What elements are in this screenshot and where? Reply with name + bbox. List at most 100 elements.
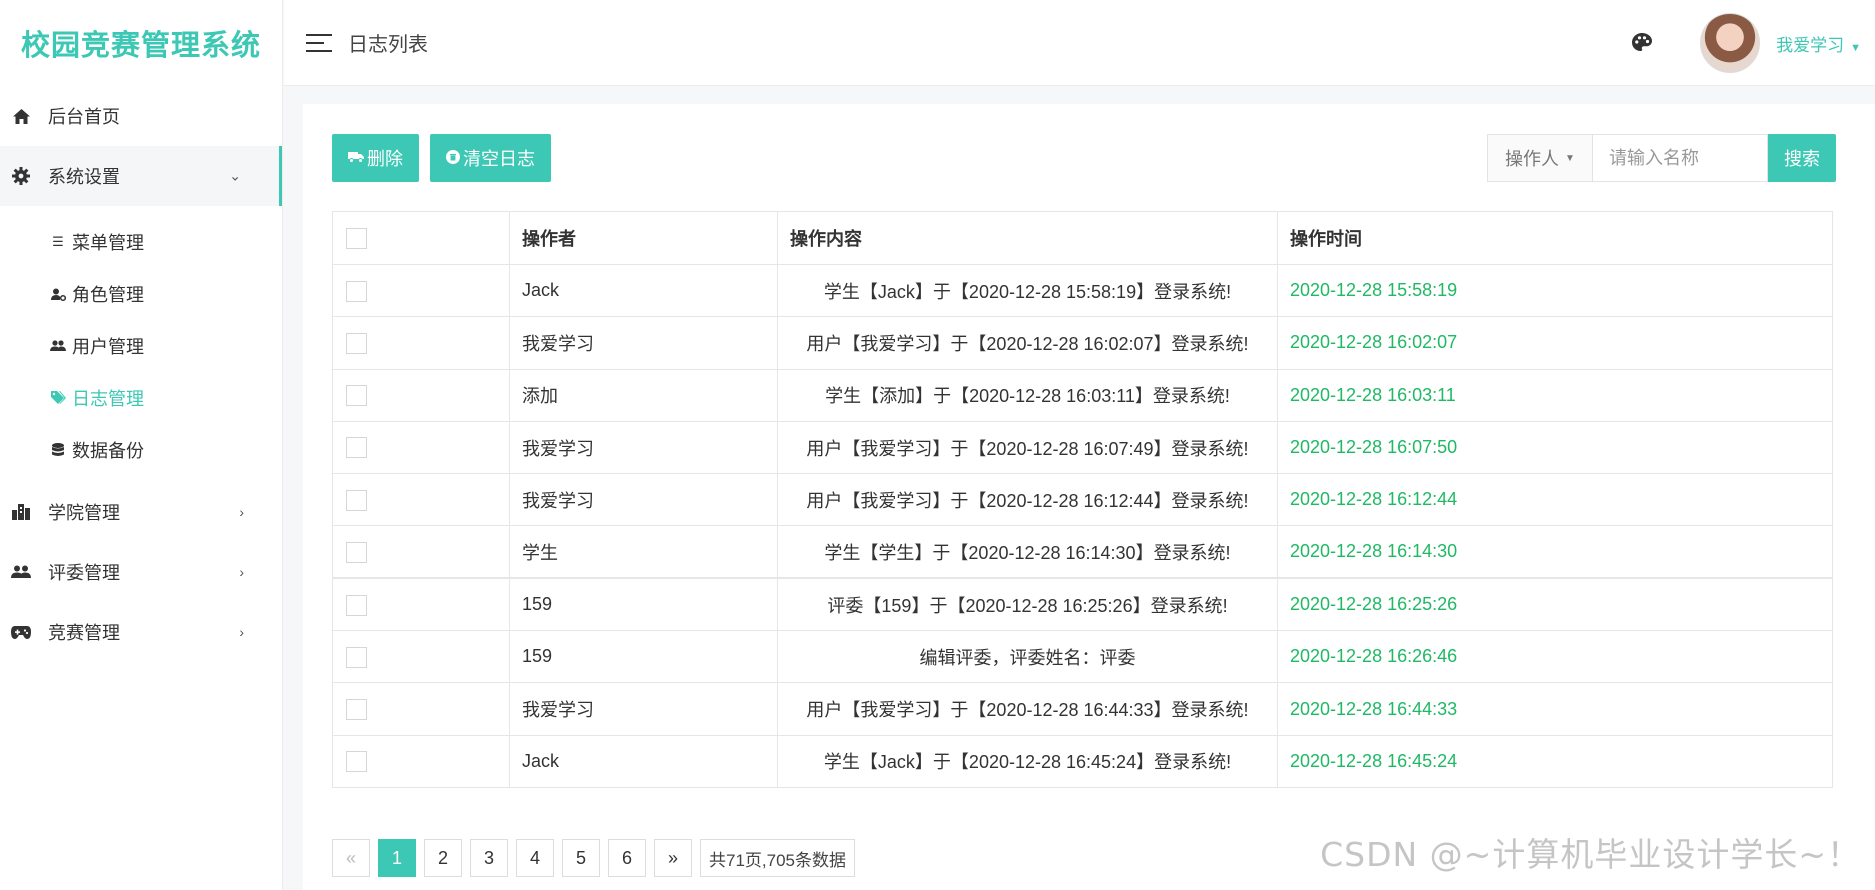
table-row[interactable]: 我爱学习 用户【我爱学习】于【2020-12-28 16:12:44】登录系统!…	[332, 473, 1833, 527]
users-icon	[50, 340, 66, 352]
operator-cell: 我爱学习	[509, 420, 778, 475]
sidebar-subitem-menu[interactable]: ☰ 菜单管理	[0, 216, 282, 268]
table-row[interactable]: Jack 学生【Jack】于【2020-12-28 16:45:24】登录系统!…	[332, 734, 1833, 788]
search-bar: 操作人 ▼ 搜索	[1487, 134, 1836, 182]
table-row[interactable]: 159 编辑评委，评委姓名：评委 2020-12-28 16:26:46	[332, 630, 1833, 684]
table-header-row: 操作者 操作内容 操作时间	[332, 211, 1833, 265]
content-cell: 用户【我爱学习】于【2020-12-28 16:07:49】登录系统!	[777, 420, 1278, 475]
content-cell: 用户【我爱学习】于【2020-12-28 16:02:07】登录系统!	[777, 316, 1278, 370]
delete-button[interactable]: 删除	[332, 134, 419, 182]
user-menu[interactable]: 我爱学习 ▼	[1776, 31, 1861, 56]
table-row[interactable]: 我爱学习 用户【我爱学习】于【2020-12-28 16:02:07】登录系统!…	[332, 316, 1833, 370]
operator-cell: 159	[509, 577, 778, 632]
time-cell: 2020-12-28 15:58:19	[1277, 263, 1833, 318]
sidebar-subitem-label: 用户管理	[72, 337, 144, 357]
row-checkbox[interactable]	[346, 437, 367, 459]
trash-icon	[446, 149, 460, 167]
row-checkbox[interactable]	[346, 280, 367, 302]
page-button-2[interactable]: 2	[424, 839, 462, 877]
submenu-system-settings: ☰ 菜单管理 角色管理 用户管理 日志管理 数据备份	[0, 206, 282, 482]
chevron-right-icon: ›	[239, 564, 244, 580]
time-cell: 2020-12-28 16:25:26	[1277, 577, 1833, 632]
gamepad-icon	[10, 621, 32, 643]
toolbar: 删除 清空日志	[332, 134, 551, 182]
sidebar-subitem-backup[interactable]: 数据备份	[0, 424, 282, 476]
operator-filter-select[interactable]: 操作人 ▼	[1487, 134, 1592, 182]
sidebar-item-label: 后台首页	[48, 107, 120, 127]
sidebar-item-system-settings[interactable]: 系统设置 ⌄	[0, 146, 282, 206]
row-checkbox[interactable]	[346, 385, 367, 407]
table-row[interactable]: 159 评委【159】于【2020-12-28 16:25:26】登录系统! 2…	[332, 577, 1833, 632]
content-cell: 学生【Jack】于【2020-12-28 15:58:19】登录系统!	[777, 263, 1278, 318]
select-all-checkbox[interactable]	[346, 227, 367, 249]
row-checkbox[interactable]	[346, 489, 367, 511]
time-cell: 2020-12-28 16:45:24	[1277, 734, 1833, 788]
sidebar-subitem-roles[interactable]: 角色管理	[0, 268, 282, 320]
username-label: 我爱学习	[1776, 35, 1845, 55]
sidebar-item-judges[interactable]: 评委管理 ›	[0, 542, 282, 602]
row-checkbox-cell	[332, 630, 510, 684]
table-row[interactable]: 我爱学习 用户【我爱学习】于【2020-12-28 16:44:33】登录系统!…	[332, 682, 1833, 736]
page-button-6[interactable]: 6	[608, 839, 646, 877]
palette-icon[interactable]	[1630, 31, 1654, 55]
prev-page-button[interactable]: «	[332, 839, 370, 877]
column-header-time[interactable]: 操作时间	[1277, 211, 1833, 265]
header-right: 我爱学习 ▼	[1630, 0, 1861, 86]
clear-logs-button-label: 清空日志	[463, 149, 535, 169]
table-row[interactable]: 我爱学习 用户【我爱学习】于【2020-12-28 16:07:49】登录系统!…	[332, 420, 1833, 475]
page-button-5[interactable]: 5	[562, 839, 600, 877]
page-button-4[interactable]: 4	[516, 839, 554, 877]
operator-cell: 我爱学习	[509, 316, 778, 370]
row-checkbox[interactable]	[346, 332, 367, 354]
column-header-operator[interactable]: 操作者	[509, 211, 778, 265]
operator-cell: 添加	[509, 368, 778, 422]
avatar[interactable]	[1700, 13, 1761, 73]
menu-toggle-icon[interactable]	[306, 33, 332, 52]
column-header-content[interactable]: 操作内容	[777, 211, 1278, 265]
row-checkbox[interactable]	[346, 594, 367, 616]
sidebar-subitem-users[interactable]: 用户管理	[0, 320, 282, 372]
search-button[interactable]: 搜索	[1768, 134, 1836, 182]
content-cell: 用户【我爱学习】于【2020-12-28 16:44:33】登录系统!	[777, 682, 1278, 736]
caret-down-icon: ▼	[1850, 41, 1861, 54]
row-checkbox[interactable]	[346, 646, 367, 668]
table-row[interactable]: 学生 学生【学生】于【2020-12-28 16:14:30】登录系统! 202…	[332, 525, 1833, 579]
top-header: 日志列表 我爱学习 ▼	[284, 0, 1875, 86]
time-cell: 2020-12-28 16:44:33	[1277, 682, 1833, 736]
home-icon	[10, 105, 32, 127]
content-cell: 学生【Jack】于【2020-12-28 16:45:24】登录系统!	[777, 734, 1278, 788]
page-button-3[interactable]: 3	[470, 839, 508, 877]
row-checkbox[interactable]	[346, 751, 367, 773]
main-content: 删除 清空日志 操作人 ▼ 搜索 操作者 操作内容 操作时间	[303, 104, 1875, 890]
sidebar-item-label: 学院管理	[48, 503, 120, 523]
sidebar-subitem-logs[interactable]: 日志管理	[0, 372, 282, 424]
search-input[interactable]	[1592, 134, 1768, 182]
sidebar-item-home[interactable]: 后台首页	[0, 86, 282, 146]
sidebar-item-label: 系统设置	[48, 167, 120, 187]
operator-cell: 我爱学习	[509, 473, 778, 527]
list-icon: ☰	[52, 234, 64, 249]
table-row[interactable]: 添加 学生【添加】于【2020-12-28 16:03:11】登录系统! 202…	[332, 368, 1833, 422]
sidebar-item-competitions[interactable]: 竞赛管理 ›	[0, 602, 282, 662]
app-logo-title: 校园竞赛管理系统	[20, 28, 261, 62]
chevron-down-icon: ⌄	[229, 167, 241, 184]
content-cell: 编辑评委，评委姓名：评委	[777, 630, 1278, 684]
sidebar-item-college[interactable]: 学院管理 ›	[0, 482, 282, 542]
clear-logs-button[interactable]: 清空日志	[430, 134, 551, 182]
row-checkbox[interactable]	[346, 541, 367, 563]
sidebar-subitem-label: 日志管理	[72, 389, 144, 409]
caret-down-icon: ▼	[1565, 152, 1575, 164]
tags-icon	[50, 391, 66, 405]
row-checkbox-cell	[332, 263, 510, 318]
page-button-1[interactable]: 1	[378, 839, 416, 877]
row-checkbox-cell	[332, 577, 510, 632]
sidebar-subitem-label: 角色管理	[72, 285, 144, 305]
row-checkbox[interactable]	[346, 698, 367, 720]
user-cog-icon	[50, 288, 66, 301]
sidebar-item-label: 评委管理	[48, 563, 120, 583]
chevron-right-icon: ›	[239, 624, 244, 640]
table-row[interactable]: Jack 学生【Jack】于【2020-12-28 15:58:19】登录系统!…	[332, 263, 1833, 318]
gear-icon	[10, 165, 32, 187]
content-cell: 评委【159】于【2020-12-28 16:25:26】登录系统!	[777, 577, 1278, 632]
next-page-button[interactable]: »	[654, 839, 692, 877]
